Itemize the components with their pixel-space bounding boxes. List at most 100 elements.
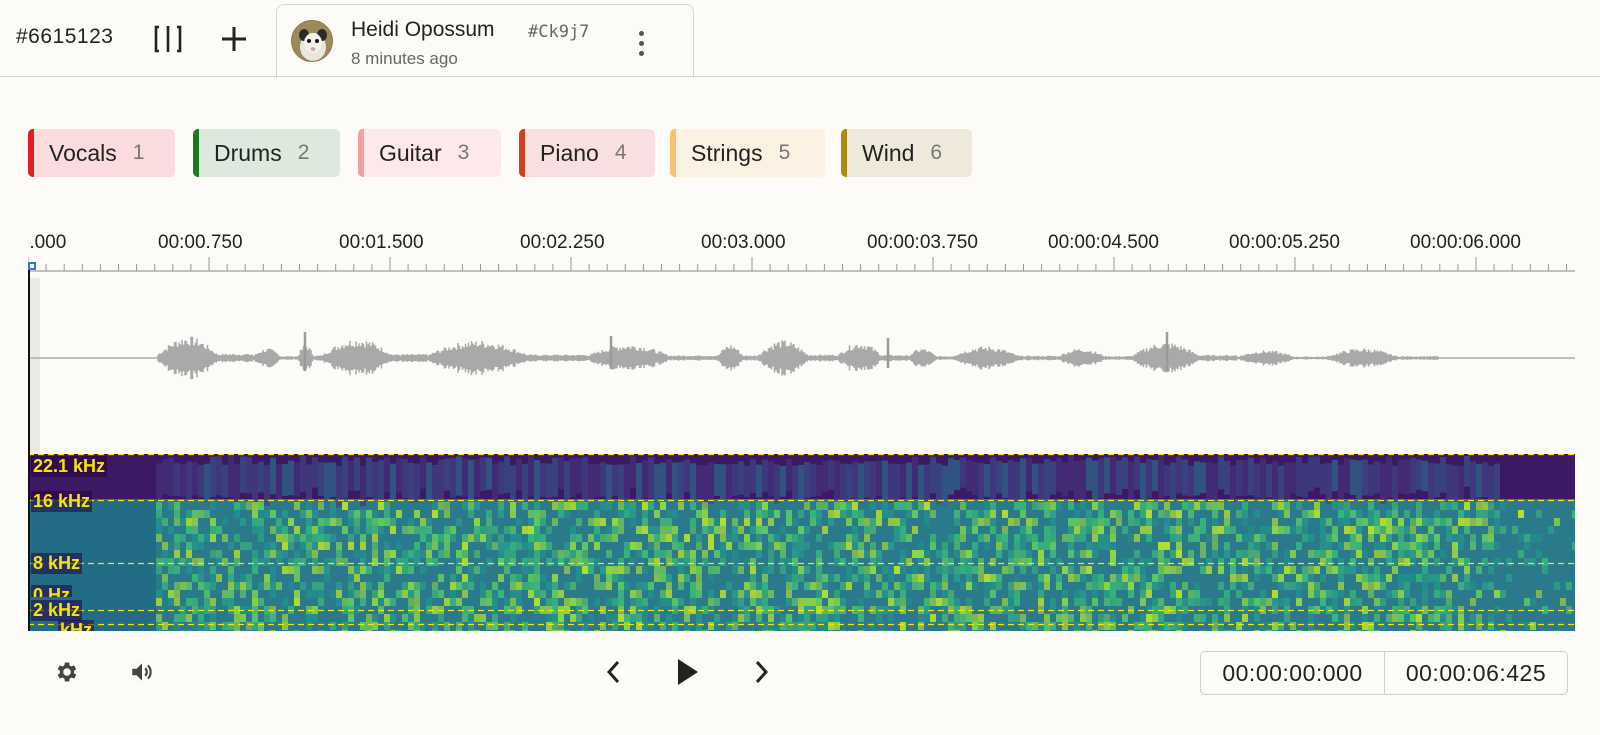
spectrogram-cell xyxy=(1230,582,1236,590)
spectrogram-cell xyxy=(282,510,288,518)
spectrogram-cell xyxy=(210,574,216,582)
spectrogram-cell xyxy=(1446,614,1452,622)
spectrogram-cell xyxy=(1404,459,1410,495)
annotation-tab[interactable]: Heidi Opossum #Ck9j7 8 minutes ago xyxy=(276,4,694,78)
spectrogram-cell xyxy=(636,614,642,622)
spectrogram-cell xyxy=(696,622,702,630)
spectrogram-cell xyxy=(1014,502,1020,510)
spectrogram-cell xyxy=(462,574,468,582)
spectrogram-cell xyxy=(654,550,660,558)
label-strings[interactable]: Strings 5 xyxy=(670,129,825,177)
spectrogram-cell xyxy=(198,566,204,574)
spectrogram-cell xyxy=(972,542,978,550)
spectrogram-cell xyxy=(1374,574,1380,582)
spectrogram-cell xyxy=(1506,558,1512,566)
spectrogram-cell xyxy=(510,598,516,606)
label-guitar[interactable]: Guitar 3 xyxy=(358,129,501,177)
spectrogram-cell xyxy=(156,502,162,510)
spectrogram-cell xyxy=(390,566,396,574)
spectrogram-cell xyxy=(186,510,192,518)
spectrogram-cell xyxy=(750,542,756,550)
spectrogram[interactable]: 22.1 kHz 16 kHz 8 kHz 0 Hz 2 kHz kHz xyxy=(28,454,1575,631)
spectrogram-cell xyxy=(666,614,672,622)
play-button[interactable] xyxy=(668,653,706,691)
label-vocals[interactable]: Vocals 1 xyxy=(28,129,175,177)
spectrogram-cell xyxy=(378,460,384,502)
spectrogram-cell xyxy=(1266,464,1272,498)
spectrogram-cell xyxy=(180,614,186,622)
spectrogram-cell xyxy=(1422,582,1428,590)
spectrogram-cell xyxy=(366,518,372,526)
spectrogram-cell xyxy=(426,526,432,534)
spectrogram-cell xyxy=(480,582,486,590)
audio-timeline[interactable]: ).000 00:00.750 00:01.500 00:02.250 00:0… xyxy=(28,218,1575,631)
spectrogram-cell xyxy=(642,510,648,518)
spectrogram-cell xyxy=(936,582,942,590)
spectrogram-cell xyxy=(1110,574,1116,582)
spectrogram-cell xyxy=(1422,598,1428,606)
spectrogram-cell xyxy=(642,566,648,574)
spectrogram-cell xyxy=(618,582,624,590)
spectrogram-cell xyxy=(234,510,240,518)
add-tab-button[interactable] xyxy=(214,20,254,58)
spectrogram-cell xyxy=(978,463,984,502)
spectrogram-cell xyxy=(858,510,864,518)
spectrogram-cell xyxy=(378,598,384,606)
spectrogram-cell xyxy=(306,526,312,534)
spectrogram-cell xyxy=(174,622,180,630)
spectrogram-cell xyxy=(1332,598,1338,606)
spectrogram-cell xyxy=(804,622,810,630)
spectrogram-cell xyxy=(738,598,744,606)
next-button[interactable] xyxy=(744,655,778,689)
spectrogram-cell xyxy=(1092,630,1098,631)
spectrogram-cell xyxy=(396,566,402,574)
waveform[interactable] xyxy=(28,278,1575,454)
spectrogram-cell xyxy=(1482,542,1488,550)
spectrogram-cell xyxy=(1038,463,1044,503)
spectrogram-cell xyxy=(786,558,792,566)
spectrogram-cell xyxy=(420,622,426,630)
spectrogram-cell xyxy=(294,526,300,534)
spectrogram-cell xyxy=(1146,502,1152,510)
spectrogram-cell xyxy=(1164,465,1170,496)
spectrogram-cell xyxy=(990,558,996,566)
spectrogram-cell xyxy=(360,510,366,518)
settings-button[interactable] xyxy=(50,655,84,689)
split-view-button[interactable] xyxy=(148,20,188,58)
spectrogram-cell xyxy=(612,598,618,606)
spectrogram-cell xyxy=(1002,566,1008,574)
spectrogram-cell xyxy=(660,566,666,574)
time-ruler[interactable]: ).000 00:00.750 00:01.500 00:02.250 00:0… xyxy=(28,218,1575,278)
spectrogram-cell xyxy=(696,590,702,598)
label-wind[interactable]: Wind 6 xyxy=(841,129,972,177)
spectrogram-cell xyxy=(840,510,846,518)
spectrogram-cell xyxy=(1194,582,1200,590)
spectrogram-cell xyxy=(1074,590,1080,598)
label-drums[interactable]: Drums 2 xyxy=(193,129,340,177)
label-piano[interactable]: Piano 4 xyxy=(519,129,655,177)
spectrogram-cell xyxy=(714,550,720,558)
spectrogram-cell xyxy=(1308,622,1314,630)
more-options-button[interactable] xyxy=(629,25,653,61)
spectrogram-cell xyxy=(1080,574,1086,582)
spectrogram-cell xyxy=(390,550,396,558)
spectrogram-cell xyxy=(756,542,762,550)
playhead-handle[interactable] xyxy=(28,262,36,270)
spectrogram-cell xyxy=(168,526,174,534)
label-hotkey: 3 xyxy=(457,141,470,164)
spectrogram-cell xyxy=(306,590,312,598)
spectrogram-cell xyxy=(1464,566,1470,574)
spectrogram-cell xyxy=(1536,590,1542,598)
previous-button[interactable] xyxy=(597,655,631,689)
spectrogram-cell xyxy=(540,550,546,558)
volume-button[interactable] xyxy=(125,655,159,689)
playhead[interactable] xyxy=(28,267,30,631)
spectrogram-cell xyxy=(1464,456,1470,487)
spectrogram-cell xyxy=(618,574,624,582)
spectrogram-cell xyxy=(1182,502,1188,510)
spectrogram-cell xyxy=(1236,534,1242,542)
spectrogram-cell xyxy=(264,574,270,582)
spectrogram-cell xyxy=(204,622,210,630)
spectrogram-cell xyxy=(1422,630,1428,631)
spectrogram-cell xyxy=(1278,622,1284,630)
